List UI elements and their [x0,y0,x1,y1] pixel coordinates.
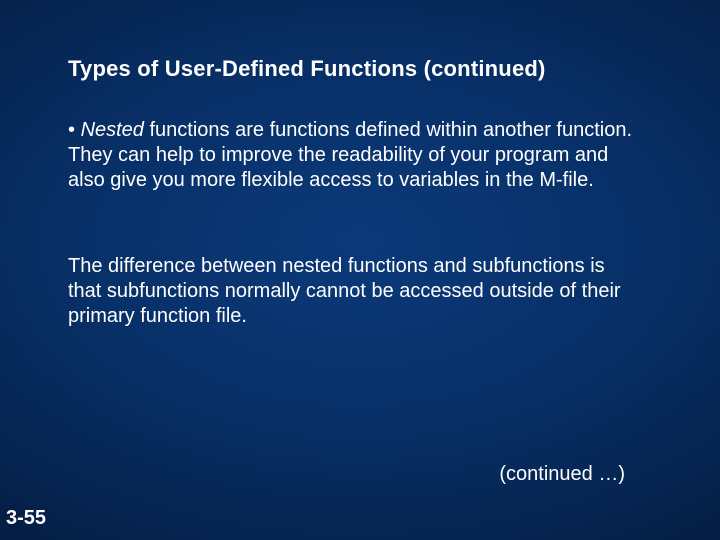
body-paragraph-1: • Nested functions are functions defined… [68,118,638,193]
continued-label: (continued …) [0,463,625,486]
body1-text: functions are functions defined within a… [68,119,632,191]
page-number: 3-55 [6,507,46,530]
bullet-icon: • [68,119,81,141]
nested-term: Nested [81,119,144,141]
body-paragraph-2: The difference between nested functions … [68,254,638,329]
slide-title: Types of User-Defined Functions (continu… [68,56,680,82]
slide: Types of User-Defined Functions (continu… [0,0,720,540]
